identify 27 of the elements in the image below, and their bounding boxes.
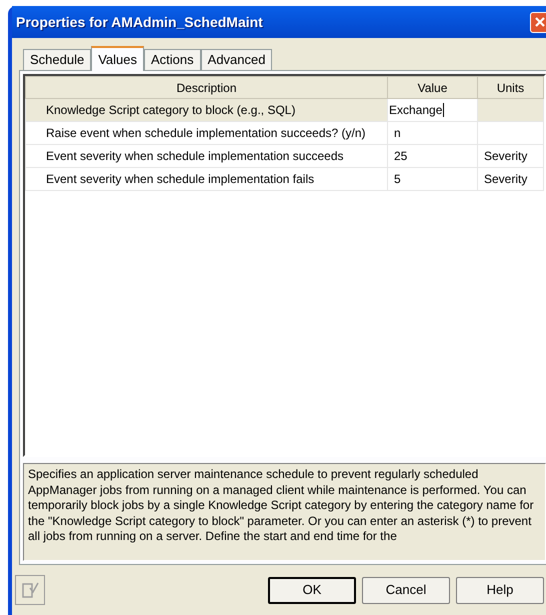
table-row[interactable]: Event severity when schedule implementation succeeds 25 Severity — [26, 144, 544, 168]
table-row[interactable]: Raise event when schedule implementation succeeds? (y/n) n — [26, 122, 544, 144]
table-cell: Event severity when schedule implementation succeeds — [46, 149, 344, 163]
dialog-button[interactable]: Help — [456, 576, 544, 604]
table-cell: Severity — [484, 172, 528, 186]
table-cell: n — [394, 126, 401, 140]
tab[interactable]: Advanced — [200, 49, 272, 70]
close-button[interactable] — [530, 12, 546, 32]
window-title: Properties for AMAdmin_SchedMaint — [15, 12, 263, 32]
column-header[interactable]: Value — [388, 76, 478, 98]
document-check-icon — [20, 580, 40, 600]
table-cell: Knowledge Script category to block (e.g., SQL) — [46, 103, 296, 117]
dialog-button[interactable]: Cancel — [362, 576, 450, 604]
table-row[interactable]: Event severity when schedule implementation fails 5 Severity — [26, 168, 544, 190]
table-row[interactable]: Knowledge Script category to block (e.g., SQL) Exchange — [26, 98, 544, 122]
table-cell: 25 — [394, 149, 408, 163]
table-cell: Severity — [484, 149, 528, 163]
close-icon — [534, 16, 546, 28]
tab[interactable]: Schedule — [23, 49, 92, 70]
tab[interactable]: Actions — [144, 49, 201, 70]
table-cell: Event severity when schedule implementation fails — [46, 172, 314, 186]
table-cell: Raise event when schedule implementation succeeds? (y/n) — [46, 126, 366, 140]
tab[interactable]: Values — [91, 46, 144, 71]
table-cell: 5 — [394, 172, 401, 186]
dialog-button[interactable]: OK — [268, 576, 356, 604]
description-text: Specifies an application server maintenance schedule to prevent regularly scheduled AppManager jobs from running on a managed client while maintenance is performed. You can temporarily block jobs by a single Knowledge Script category by entering the category name for the "Knowledge Script category to block" parameter. Or you can enter an asterisk (*) to prevent all jobs from running on a server. Define the start and end time for the — [28, 467, 535, 544]
column-header[interactable]: Description — [26, 76, 388, 98]
